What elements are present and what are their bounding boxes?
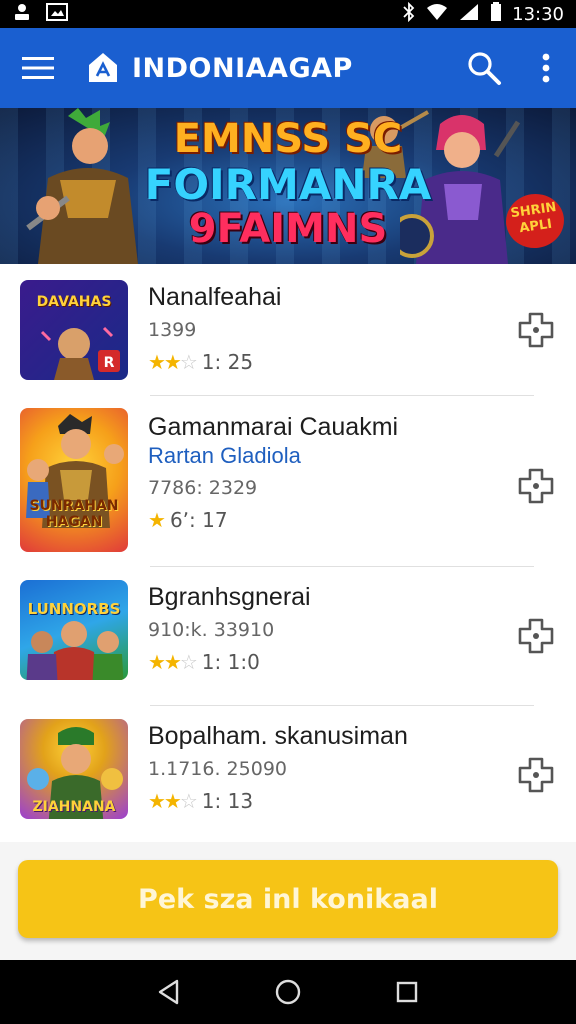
gamepad-icon (518, 618, 554, 654)
more-vert-icon (542, 53, 550, 83)
thumbnail-caption: SUNRAHAN HAGAN (29, 498, 119, 530)
game-subtitle: Rartan Gladiola (148, 443, 301, 468)
nav-back-button[interactable] (149, 972, 189, 1012)
person-icon (12, 2, 32, 27)
list-divider (150, 566, 534, 567)
game-meta: 1399 (148, 319, 197, 341)
list-divider (150, 705, 534, 706)
app-logo-icon (86, 51, 120, 85)
rating-stars-icon: ★ (148, 508, 166, 532)
game-thumbnail: LUNNORBS (20, 580, 128, 680)
bluetooth-icon (402, 1, 416, 27)
featured-banner[interactable]: EMNSS SC FOIRMANRA 9FAIMNS SHRIN APLI (0, 108, 576, 264)
thumbnail-caption: ZIAHNANA (32, 799, 116, 815)
nav-recents-button[interactable] (387, 972, 427, 1012)
recents-icon (396, 981, 417, 1003)
game-meta: 1.1716. 25090 (148, 758, 288, 780)
back-icon (159, 979, 179, 1005)
game-thumbnail: SUNRAHAN HAGAN (20, 408, 128, 552)
search-icon (468, 52, 501, 85)
game-title: Bgranhsgnerai (148, 583, 311, 611)
thumbnail-caption: LUNNORBS (27, 600, 121, 618)
game-rating: ★★☆ 1: 25 (148, 350, 576, 374)
game-title: Bopalham. skanusiman (148, 722, 408, 750)
battery-icon (490, 1, 502, 27)
gamepad-icon (518, 468, 554, 504)
banner-title-line-2: FOIRMANRA (144, 160, 432, 209)
home-icon (275, 979, 301, 1005)
game-action-button[interactable] (516, 466, 556, 506)
bottom-action-area: Pek sza inl konikaal (0, 842, 576, 960)
game-action-button[interactable] (516, 310, 556, 350)
game-rating: ★★☆ 1: 1:0 (148, 650, 576, 674)
signal-icon (458, 3, 480, 26)
status-bar: 13:30 (0, 0, 576, 28)
search-button[interactable] (464, 48, 504, 88)
game-rating: ★★☆ 1: 13 (148, 789, 576, 813)
rating-stars-icon: ★★☆ (148, 650, 198, 674)
menu-button[interactable] (20, 50, 56, 86)
game-list-item[interactable]: R DAVAHAS Nanalfeahai 1399 ★★☆ 1: 25 (0, 280, 576, 390)
wifi-icon (426, 3, 448, 26)
game-meta: 910:k. 33910 (148, 619, 275, 641)
rating-stars-icon: ★★☆ (148, 350, 198, 374)
svg-text:R: R (104, 355, 115, 371)
game-meta: 7786: 2329 (148, 477, 258, 499)
more-options-button[interactable] (536, 48, 556, 88)
game-thumbnail: ZIAHNANA (20, 719, 128, 819)
gamepad-icon (518, 757, 554, 793)
rating-stars-icon: ★★☆ (148, 789, 198, 813)
banner-title-line-3: 9FAIMNS (188, 206, 388, 252)
game-list-item[interactable]: ZIAHNANA Bopalham. skanusiman 1.1716. 25… (0, 719, 576, 829)
system-nav-bar (0, 960, 576, 1024)
gamepad-icon (518, 312, 554, 348)
app-bar: INDONIAAGAP (0, 28, 576, 108)
image-icon (46, 2, 68, 27)
rating-text: 6ʼ: 17 (169, 508, 228, 532)
rating-text: 1: 1:0 (201, 650, 260, 674)
status-time: 13:30 (512, 3, 564, 25)
game-title: Gamanmarai Cauakmi (148, 413, 399, 441)
menu-icon (22, 57, 54, 79)
game-action-button[interactable] (516, 616, 556, 656)
game-list-item[interactable]: SUNRAHAN HAGAN Gamanmarai Cauakmi Rartan… (0, 408, 576, 558)
game-action-button[interactable] (516, 755, 556, 795)
rating-text: 1: 13 (201, 789, 254, 813)
game-rating: ★ 6ʼ: 17 (148, 508, 576, 532)
banner-title-line-1: EMNSS SC (173, 116, 403, 162)
app-title: INDONIAAGAP (132, 52, 353, 84)
primary-action-button[interactable]: Pek sza inl konikaal (18, 860, 558, 938)
game-list-item[interactable]: LUNNORBS Bgranhsgnerai 910:k. 33910 ★★☆ … (0, 580, 576, 690)
thumbnail-caption: DAVAHAS (36, 294, 112, 310)
rating-text: 1: 25 (201, 350, 254, 374)
game-title: Nanalfeahai (148, 283, 282, 311)
list-divider (150, 395, 534, 396)
nav-home-button[interactable] (268, 972, 308, 1012)
game-thumbnail: R DAVAHAS (20, 280, 128, 380)
